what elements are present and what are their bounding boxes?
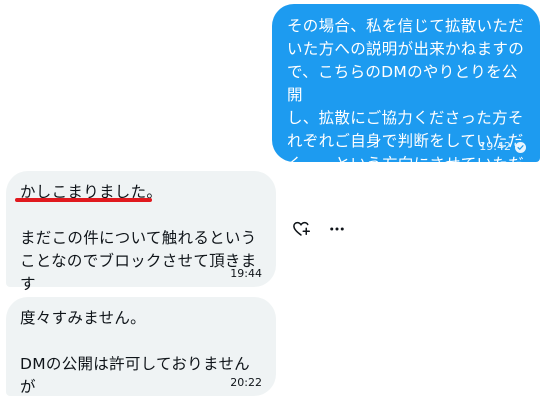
- message-timestamp: 20:22: [230, 376, 262, 389]
- seen-check-icon: [515, 141, 526, 153]
- incoming-message-meta: 19:44: [230, 267, 262, 281]
- incoming-message-bubble[interactable]: 度々すみません。 DMの公開は許可しておりませんが 20:22: [6, 297, 276, 396]
- message-actions: [290, 220, 348, 242]
- add-reaction-heart-icon: [292, 220, 310, 242]
- more-options-icon: [328, 220, 346, 242]
- highlight-underline: [15, 198, 152, 202]
- outgoing-message-meta: 19:42: [479, 140, 526, 154]
- incoming-message-bubble[interactable]: かしこまりました。 まだこの件について触れるという ことなのでブロックさせて頂き…: [6, 171, 276, 293]
- message-timestamp: 19:44: [230, 267, 262, 280]
- outgoing-message-text: その場合、私を信じて拡散いただ いた方への説明が出来かねますの で、こちらのDM…: [287, 17, 525, 196]
- message-timestamp: 19:42: [479, 140, 511, 153]
- incoming-message-text: 度々すみません。 DMの公開は許可しておりませんが: [20, 309, 250, 396]
- outgoing-message-bubble[interactable]: その場合、私を信じて拡散いただ いた方への説明が出来かねますの で、こちらのDM…: [272, 4, 540, 196]
- more-options-button[interactable]: [326, 220, 348, 242]
- add-reaction-button[interactable]: [290, 220, 312, 242]
- incoming-message-meta: 20:22: [230, 376, 262, 390]
